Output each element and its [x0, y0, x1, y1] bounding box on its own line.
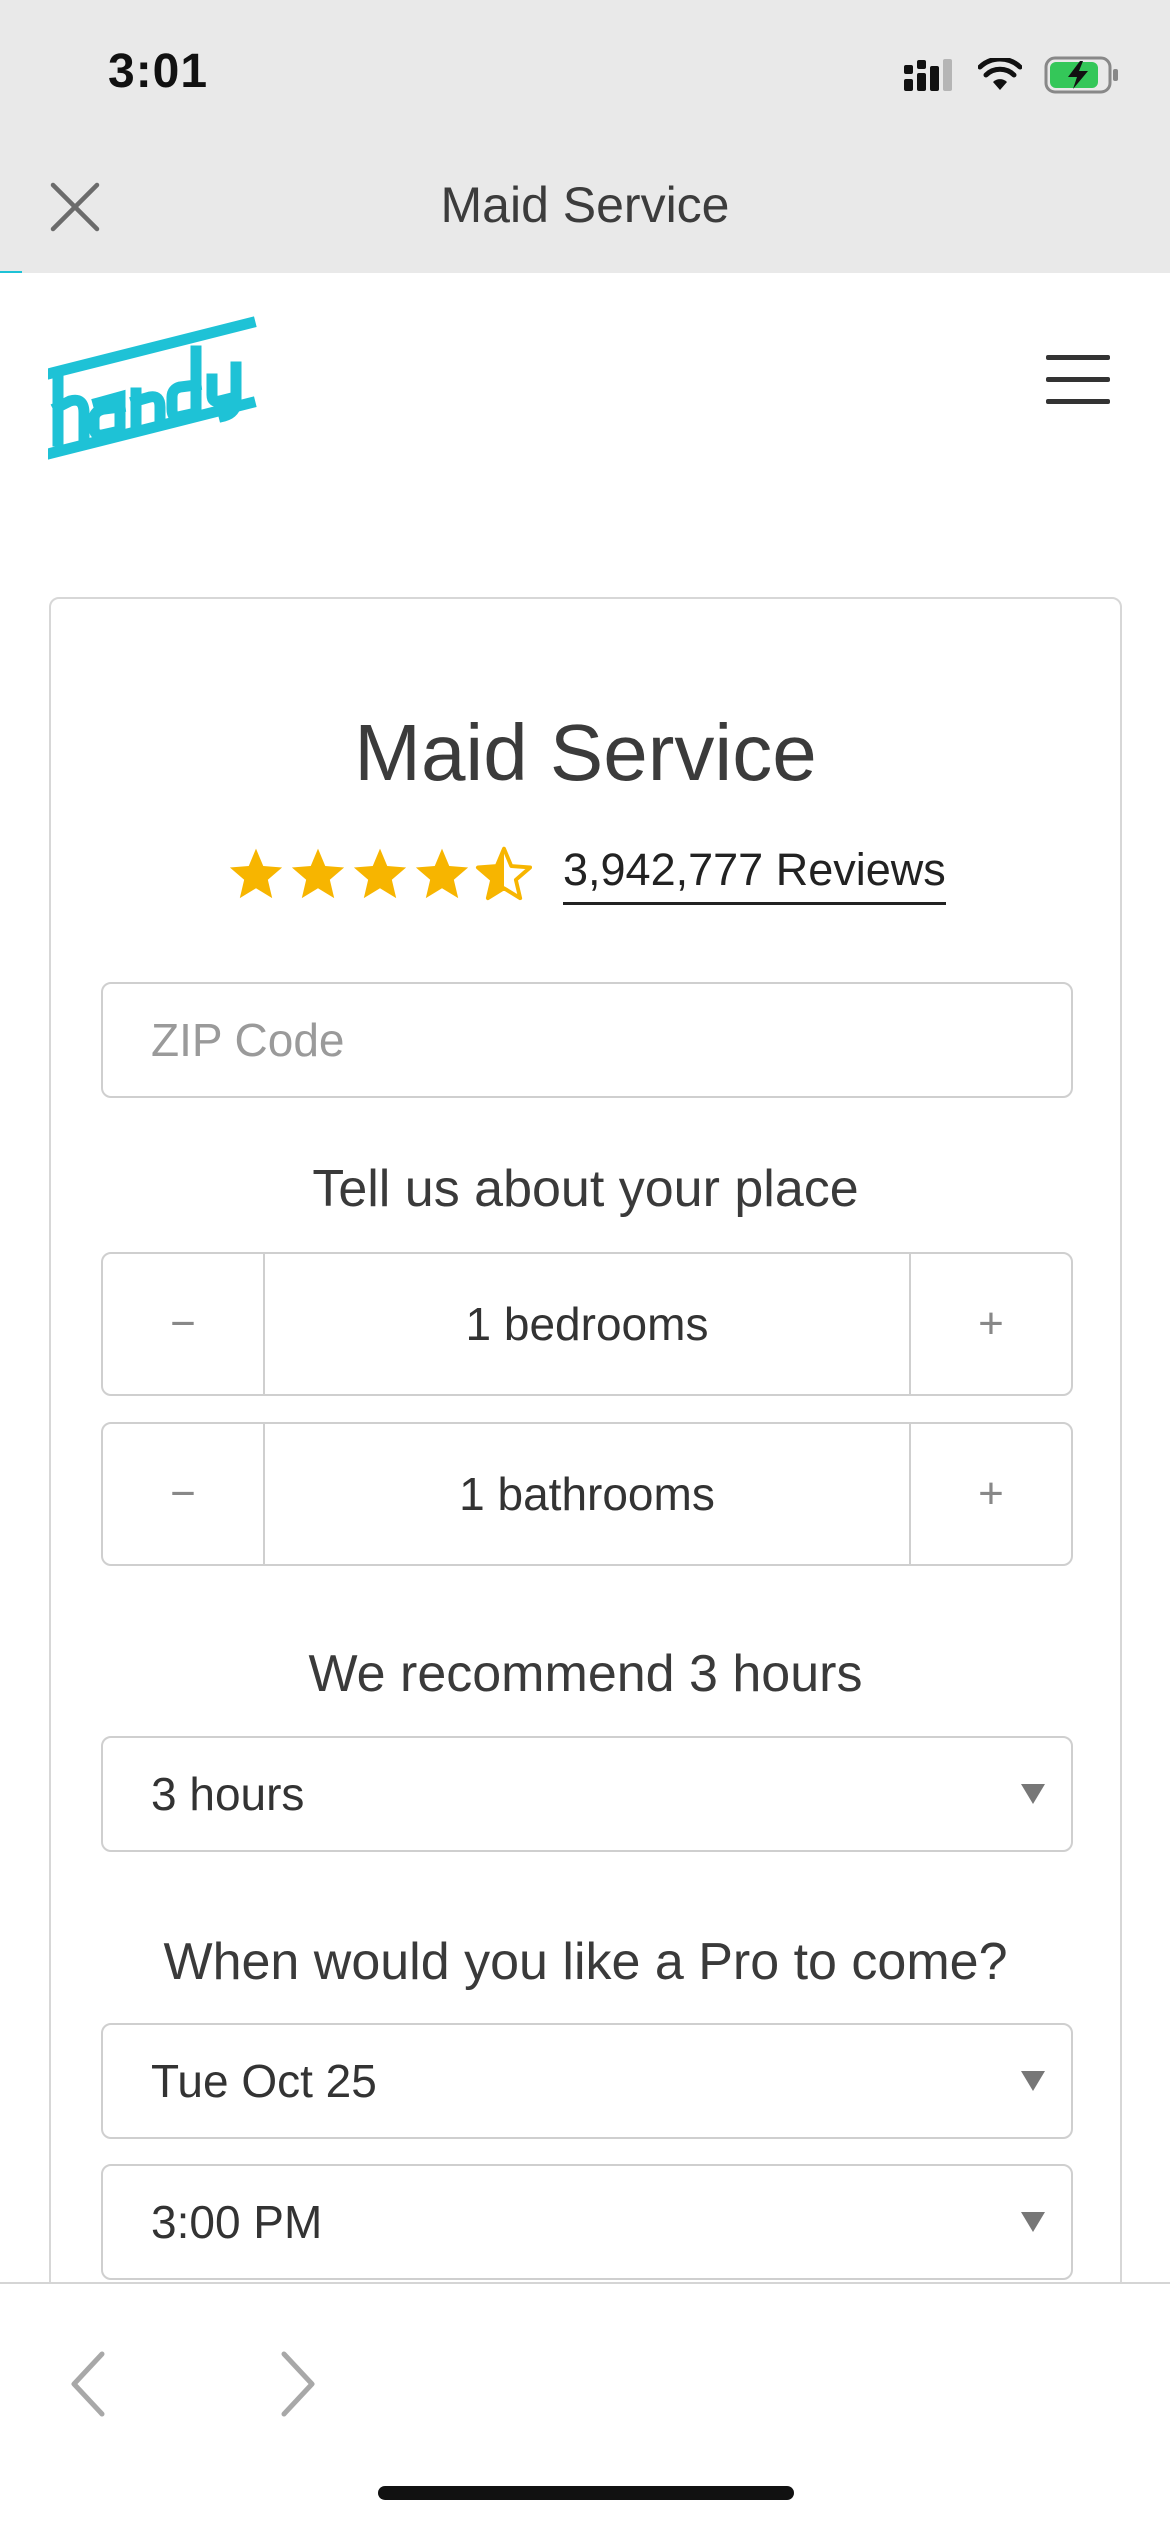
site-header	[0, 273, 1170, 503]
time-select[interactable]: 3:00 PM	[101, 2164, 1073, 2280]
forward-button[interactable]	[268, 2344, 328, 2424]
date-select-value: Tue Oct 25	[151, 2055, 377, 2107]
nav-header: Maid Service	[0, 140, 1170, 273]
chevron-down-icon	[1021, 1784, 1045, 1804]
hamburger-menu-button[interactable]	[1046, 355, 1110, 411]
status-time: 3:01	[108, 45, 209, 98]
zip-code-field[interactable]	[101, 982, 1073, 1098]
bedrooms-value: 1 bedrooms	[465, 1298, 709, 1350]
reviews-link[interactable]: 3,942,777 Reviews	[563, 844, 946, 905]
chevron-right-icon	[281, 2351, 315, 2417]
status-icons	[904, 50, 1120, 100]
bathrooms-decrement-button[interactable]: −	[103, 1424, 265, 1564]
star-rating	[227, 846, 533, 902]
recommend-label: We recommend 3 hours	[308, 1645, 863, 1703]
bathrooms-increment-button[interactable]: +	[909, 1424, 1071, 1564]
hours-select-value: 3 hours	[151, 1768, 305, 1820]
star-full-icon	[229, 848, 283, 899]
menu-icon-line	[1046, 355, 1110, 360]
date-select[interactable]: Tue Oct 25	[101, 2023, 1073, 2139]
chevron-left-icon	[71, 2351, 105, 2417]
nav-title: Maid Service	[440, 177, 730, 233]
place-label: Tell us about your place	[312, 1160, 859, 1218]
booking-card: Maid Service 3,942,777 Reviews Tell us a…	[49, 597, 1122, 2497]
star-full-icon	[353, 848, 407, 899]
star-full-icon	[291, 848, 345, 899]
bedrooms-increment-button[interactable]: +	[909, 1254, 1071, 1394]
chevron-down-icon	[1021, 2071, 1045, 2091]
hours-select[interactable]: 3 hours	[101, 1736, 1073, 1852]
wifi-icon	[978, 58, 1022, 90]
rating-row: 3,942,777 Reviews	[227, 839, 946, 909]
bathrooms-value: 1 bathrooms	[459, 1468, 715, 1520]
back-button[interactable]	[58, 2344, 118, 2424]
menu-icon-line	[1046, 399, 1110, 404]
bedrooms-decrement-button[interactable]: −	[103, 1254, 265, 1394]
star-full-icon	[415, 848, 469, 899]
star-half-icon	[475, 846, 533, 901]
chevron-down-icon	[1021, 2212, 1045, 2232]
time-select-value: 3:00 PM	[151, 2196, 323, 2248]
home-indicator	[378, 2486, 794, 2500]
cellular-signal-icon	[904, 59, 952, 91]
card-title: Maid Service	[354, 708, 817, 797]
status-bar: 3:01	[0, 0, 1170, 140]
when-label: When would you like a Pro to come?	[163, 1933, 1008, 1991]
bathrooms-stepper: − 1 bathrooms +	[101, 1422, 1073, 1566]
handy-logo[interactable]	[48, 313, 258, 463]
bedrooms-stepper: − 1 bedrooms +	[101, 1252, 1073, 1396]
battery-charging-icon	[1044, 56, 1118, 94]
menu-icon-line	[1046, 377, 1110, 382]
zip-code-input[interactable]	[103, 984, 1071, 1096]
